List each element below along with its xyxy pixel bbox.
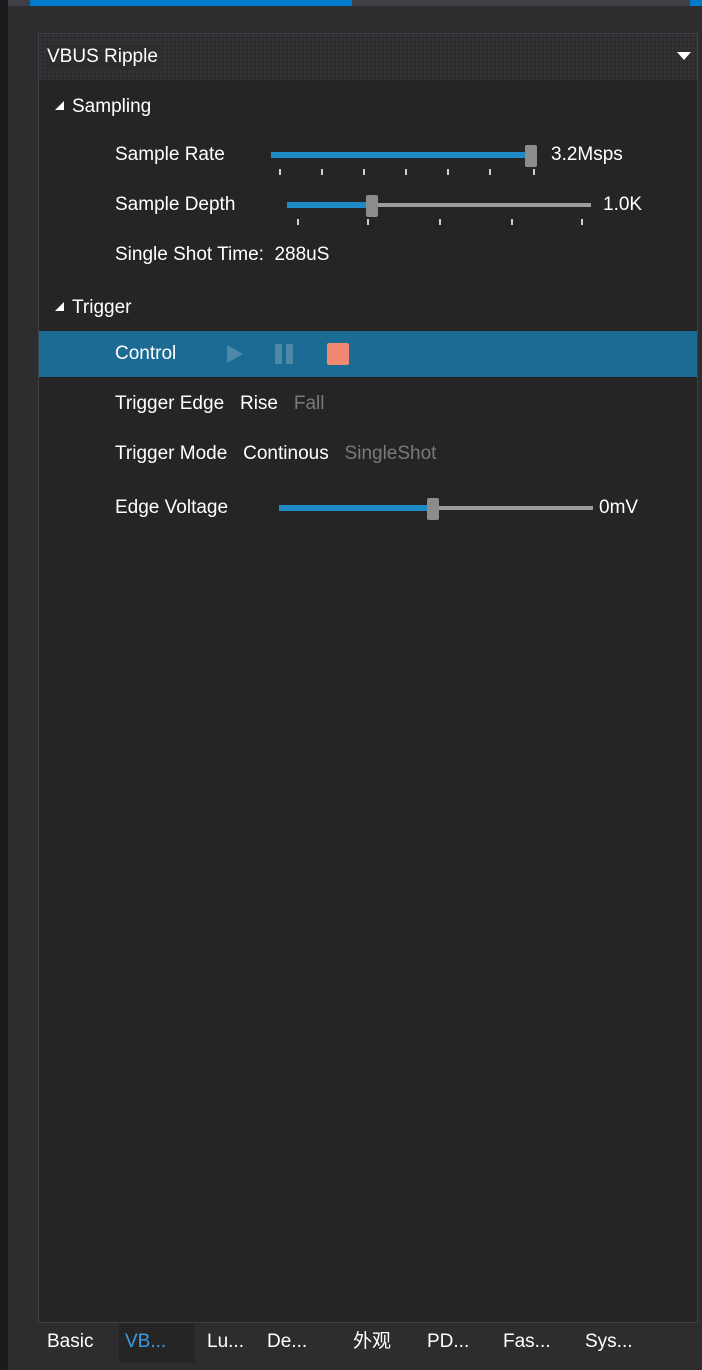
slider-tick xyxy=(581,219,583,225)
trigger-mode-option-singleshot[interactable]: SingleShot xyxy=(345,443,437,464)
tab-de[interactable]: De... xyxy=(267,1323,329,1363)
trigger-edge-label: Trigger Edge Rise Fall xyxy=(115,381,324,427)
collapse-triangle-icon[interactable] xyxy=(55,302,64,311)
single-shot-time-row: Single Shot Time: 288uS xyxy=(39,232,697,278)
sampling-group-label: Sampling xyxy=(72,96,152,117)
sample-depth-value: 1.0K xyxy=(603,194,643,215)
slider-fill xyxy=(279,505,429,511)
single-shot-time-label: Single Shot Time: 288uS xyxy=(115,232,329,278)
trigger-edge-option-fall[interactable]: Fall xyxy=(294,393,325,414)
slider-tick xyxy=(279,169,281,175)
slider-tick xyxy=(489,169,491,175)
single-shot-time-caption: Single Shot Time: xyxy=(115,244,264,265)
trigger-edge-caption: Trigger Edge xyxy=(115,393,225,414)
edge-voltage-slider[interactable] xyxy=(279,498,593,520)
sample-rate-label: Sample Rate xyxy=(115,144,225,165)
trigger-group-label: Trigger xyxy=(72,297,132,318)
panel-header[interactable]: VBUS Ripple xyxy=(39,34,697,80)
play-icon[interactable] xyxy=(227,345,243,363)
tab-fas[interactable]: Fas... xyxy=(503,1323,567,1363)
trigger-mode-option-continous[interactable]: Continous xyxy=(243,443,329,464)
control-label: Control xyxy=(115,343,177,364)
top-active-tab-indicator xyxy=(30,0,352,6)
edge-voltage-label: Edge Voltage xyxy=(115,497,229,518)
tab-lu[interactable]: Lu... xyxy=(207,1323,265,1363)
slider-thumb[interactable] xyxy=(366,195,378,217)
window-frame: VBUS Ripple Sampling Sample Rate 3.2Msps xyxy=(0,0,702,1370)
sample-rate-value: 3.2Msps xyxy=(551,144,623,165)
slider-tick xyxy=(297,219,299,225)
slider-tick xyxy=(321,169,323,175)
tab-basic[interactable]: Basic xyxy=(47,1323,119,1363)
slider-tick xyxy=(439,219,441,225)
trigger-group-header[interactable]: Trigger xyxy=(55,295,131,321)
trigger-mode-row: Trigger Mode Continous SingleShot xyxy=(39,431,697,477)
sample-rate-row: Sample Rate 3.2Msps xyxy=(39,132,697,178)
slider-thumb[interactable] xyxy=(427,498,439,520)
property-panel: VBUS Ripple Sampling Sample Rate 3.2Msps xyxy=(38,33,698,1323)
slider-fill xyxy=(287,202,368,208)
trigger-edge-row: Trigger Edge Rise Fall xyxy=(39,381,697,427)
slider-fill xyxy=(271,152,527,158)
tab-vbus[interactable]: VB... xyxy=(119,1323,195,1363)
sample-depth-row: Sample Depth 1.0K xyxy=(39,182,697,228)
trigger-mode-label: Trigger Mode Continous SingleShot xyxy=(115,431,436,477)
trigger-edge-option-rise[interactable]: Rise xyxy=(240,393,278,414)
stop-icon[interactable] xyxy=(327,343,349,365)
tab-sys[interactable]: Sys... xyxy=(585,1323,649,1363)
slider-tick xyxy=(511,219,513,225)
tab-appearance[interactable]: 外观 xyxy=(353,1323,411,1363)
slider-tick xyxy=(405,169,407,175)
slider-tick xyxy=(363,169,365,175)
sampling-group-header[interactable]: Sampling xyxy=(55,94,151,120)
panel-title: VBUS Ripple xyxy=(47,44,164,70)
edge-voltage-row: Edge Voltage 0mV xyxy=(39,485,697,531)
slider-tick xyxy=(533,169,535,175)
control-row[interactable]: Control xyxy=(39,331,697,377)
sample-rate-slider[interactable] xyxy=(271,145,537,167)
slider-tick xyxy=(447,169,449,175)
slider-thumb[interactable] xyxy=(525,145,537,167)
sample-depth-label: Sample Depth xyxy=(115,194,236,215)
pause-icon[interactable] xyxy=(275,344,295,364)
collapse-triangle-icon[interactable] xyxy=(55,101,64,110)
bottom-tab-bar: Basic VB... Lu... De... 外观 PD... Fas... … xyxy=(39,1323,697,1363)
chevron-down-icon[interactable] xyxy=(677,52,691,60)
edge-voltage-value: 0mV xyxy=(599,497,639,518)
trigger-mode-caption: Trigger Mode xyxy=(115,443,228,464)
top-right-indicator xyxy=(690,0,702,6)
single-shot-time-value: 288uS xyxy=(274,244,330,265)
slider-tick xyxy=(367,219,369,225)
tab-pd[interactable]: PD... xyxy=(427,1323,489,1363)
left-edge-strip xyxy=(0,0,8,1370)
sample-depth-slider[interactable] xyxy=(287,195,591,217)
